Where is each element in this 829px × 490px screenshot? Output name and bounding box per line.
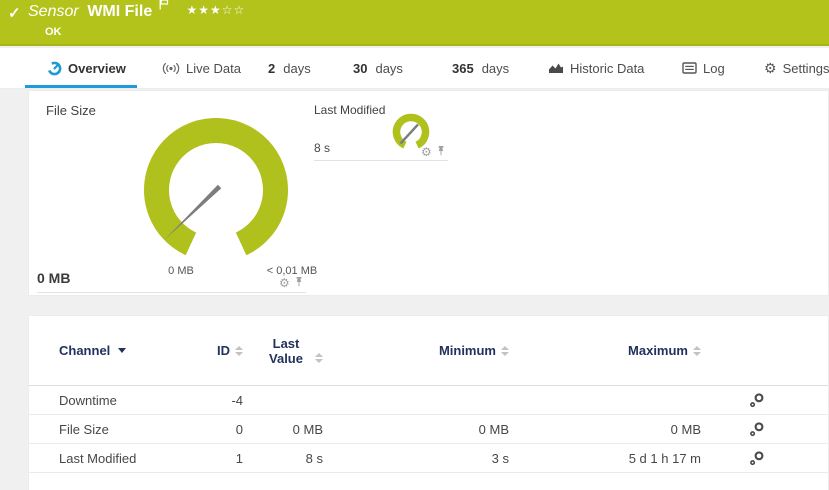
cell-minimum: 0 MB bbox=[323, 422, 509, 437]
area-chart-icon bbox=[548, 62, 564, 74]
column-header-id[interactable]: ID bbox=[189, 343, 243, 358]
sort-icon bbox=[501, 346, 509, 356]
status-badge: OK bbox=[45, 26, 62, 38]
page-title: WMI File bbox=[87, 3, 152, 20]
tab-historic-data[interactable]: Historic Data bbox=[548, 48, 644, 88]
file-size-divider bbox=[37, 292, 306, 293]
ok-check-icon: ✓ bbox=[8, 4, 21, 22]
edit-channel-icon[interactable] bbox=[749, 421, 765, 437]
tab-log-label: Log bbox=[703, 61, 725, 76]
log-icon bbox=[682, 62, 697, 74]
edit-channel-icon[interactable] bbox=[749, 450, 765, 466]
chevron-down-icon bbox=[118, 348, 126, 353]
tab-2-days[interactable]: 2 days bbox=[268, 48, 311, 88]
tab-2-days-label: days bbox=[283, 61, 310, 76]
sort-icon bbox=[693, 346, 701, 356]
column-header-minimum-label: Minimum bbox=[439, 343, 496, 358]
edit-channel-icon[interactable] bbox=[749, 392, 765, 408]
gear-icon: ⚙ bbox=[764, 61, 777, 75]
tab-settings-label: Settings bbox=[783, 61, 829, 76]
stars-filled: ★★★ bbox=[186, 3, 221, 17]
column-header-minimum[interactable]: Minimum bbox=[323, 343, 509, 358]
priority-flag-icon[interactable] bbox=[159, 0, 169, 13]
cell-channel: Last Modified bbox=[59, 451, 189, 466]
tab-30-days-number: 30 bbox=[353, 61, 367, 76]
cell-last-value: 0 MB bbox=[243, 422, 323, 437]
sort-icon bbox=[315, 353, 323, 363]
tab-overview-label: Overview bbox=[68, 61, 126, 76]
sort-icon bbox=[235, 346, 243, 356]
tab-365-days[interactable]: 365 days bbox=[452, 48, 509, 88]
active-tab-underline bbox=[25, 85, 137, 88]
cell-channel: File Size bbox=[59, 422, 189, 437]
last-modified-divider bbox=[314, 160, 448, 161]
column-header-maximum-label: Maximum bbox=[628, 343, 688, 358]
tab-30-days-label: days bbox=[375, 61, 402, 76]
tab-bar: Overview Live Data 2 days 30 days bbox=[0, 48, 829, 89]
gauge-settings-gear-icon[interactable]: ⚙ bbox=[421, 146, 432, 158]
gauge-pin-icon[interactable] bbox=[294, 275, 304, 290]
tab-historic-data-label: Historic Data bbox=[570, 61, 644, 76]
cell-id: 0 bbox=[189, 422, 243, 437]
tab-live-data[interactable]: Live Data bbox=[162, 48, 241, 88]
last-modified-gauge-tools: ⚙ bbox=[421, 144, 446, 159]
cell-maximum: 5 d 1 h 17 m bbox=[509, 451, 701, 466]
tab-settings[interactable]: ⚙ Settings bbox=[764, 48, 829, 88]
gauge-icon bbox=[47, 61, 62, 76]
column-header-channel[interactable]: Channel bbox=[59, 343, 189, 358]
table-row-last-modified[interactable]: Last Modified 1 8 s 3 s 5 d 1 h 17 m bbox=[29, 444, 828, 473]
table-header-row: Channel ID Last Value Minimum Maximum bbox=[29, 316, 828, 386]
gauge-pin-icon[interactable] bbox=[436, 144, 446, 159]
file-size-gauge-title: File Size bbox=[46, 103, 96, 118]
sensor-title-row: Sensor WMI File ★★★☆☆ bbox=[28, 3, 245, 21]
column-header-id-label: ID bbox=[217, 343, 230, 358]
tab-log[interactable]: Log bbox=[682, 48, 725, 88]
cell-id: 1 bbox=[189, 451, 243, 466]
gauge-settings-gear-icon[interactable]: ⚙ bbox=[279, 277, 290, 289]
priority-stars[interactable]: ★★★☆☆ bbox=[186, 3, 245, 17]
cell-id: -4 bbox=[189, 393, 243, 408]
prtg-sensor-page: ✓ Sensor WMI File ★★★☆☆ OK Overview bbox=[0, 0, 829, 490]
last-modified-gauge-title: Last Modified bbox=[314, 103, 385, 117]
column-header-maximum[interactable]: Maximum bbox=[509, 343, 701, 358]
file-size-gauge-tools: ⚙ bbox=[279, 275, 304, 290]
tab-overview[interactable]: Overview bbox=[47, 48, 126, 88]
cell-minimum: 3 s bbox=[323, 451, 509, 466]
sensor-status-bar: ✓ Sensor WMI File ★★★☆☆ OK bbox=[0, 0, 829, 46]
tab-2-days-number: 2 bbox=[268, 61, 275, 76]
table-row-downtime[interactable]: Downtime -4 bbox=[29, 386, 828, 415]
stars-empty: ☆☆ bbox=[222, 3, 246, 17]
sensor-kind-label: Sensor bbox=[28, 3, 79, 20]
cell-channel: Downtime bbox=[59, 393, 189, 408]
gauges-panel: File Size 0 MB < 0,01 MB 0 MB ⚙ Last Mod… bbox=[28, 90, 829, 296]
tab-live-data-label: Live Data bbox=[186, 61, 241, 76]
last-modified-current-value: 8 s bbox=[314, 141, 330, 155]
column-header-channel-label: Channel bbox=[59, 343, 110, 358]
file-size-current-value: 0 MB bbox=[37, 270, 70, 286]
table-row-file-size[interactable]: File Size 0 0 MB 0 MB 0 MB bbox=[29, 415, 828, 444]
channels-table: Channel ID Last Value Minimum Maximum bbox=[28, 315, 829, 490]
tab-30-days[interactable]: 30 days bbox=[353, 48, 403, 88]
tab-365-days-label: days bbox=[482, 61, 509, 76]
file-size-gauge bbox=[136, 118, 296, 266]
live-data-icon bbox=[162, 62, 180, 75]
file-size-scale-min: 0 MB bbox=[146, 265, 216, 277]
column-header-last-value[interactable]: Last Value bbox=[243, 336, 323, 366]
cell-maximum: 0 MB bbox=[509, 422, 701, 437]
cell-last-value: 8 s bbox=[243, 451, 323, 466]
column-header-last-value-label: Last Value bbox=[262, 336, 310, 366]
tab-365-days-number: 365 bbox=[452, 61, 474, 76]
